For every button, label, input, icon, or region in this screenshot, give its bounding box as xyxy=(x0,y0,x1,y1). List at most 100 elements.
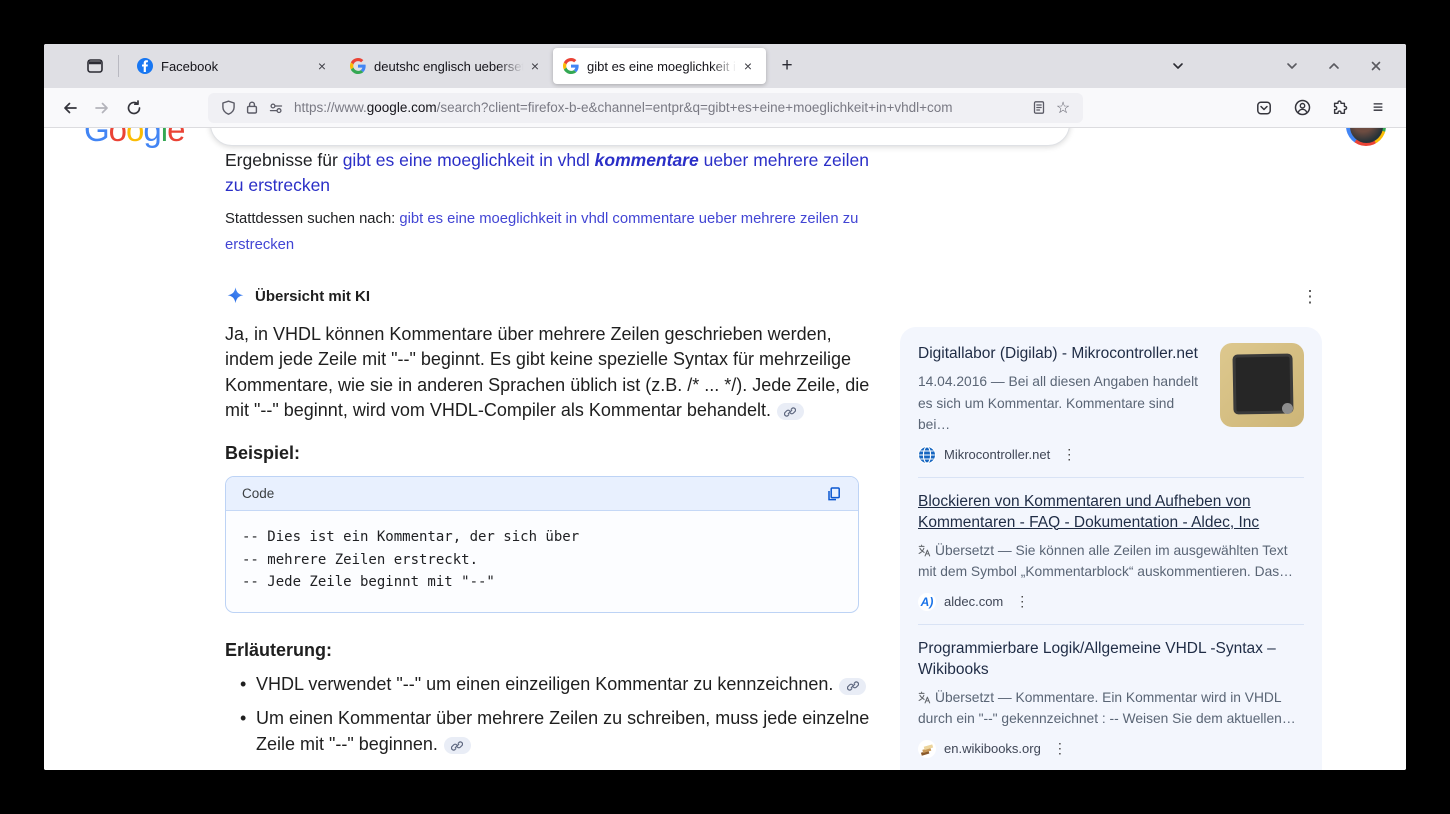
avatar-photo xyxy=(1350,128,1383,143)
code-block-title: Code xyxy=(242,486,274,501)
code-block: Code -- Dies ist ein Kommentar, der sich… xyxy=(225,476,859,613)
results-for-line: Ergebnisse für gibt es eine moeglichkeit… xyxy=(225,148,873,198)
result-thumbnail-microchip[interactable] xyxy=(1220,343,1304,427)
source-card[interactable]: Blockieren von Kommentaren und Aufheben … xyxy=(918,491,1304,611)
url-prefix: https://www. xyxy=(294,100,367,115)
list-all-tabs-button[interactable] xyxy=(1162,50,1194,82)
site-permissions-icon[interactable] xyxy=(264,96,288,120)
tab-facebook[interactable]: Facebook × xyxy=(127,48,340,84)
tab-separator xyxy=(118,55,119,77)
source-card-snippet: Übersetzt — Sie können alle Zeilen im au… xyxy=(918,540,1304,583)
source-link-chip[interactable] xyxy=(839,678,866,695)
card-menu-button[interactable]: ⋮ xyxy=(1015,593,1029,610)
google-favicon-icon xyxy=(563,58,579,74)
code-content[interactable]: -- Dies ist ein Kommentar, der sich über… xyxy=(226,511,858,612)
account-button[interactable] xyxy=(1286,92,1318,124)
toolbar-right-icons: ≡ xyxy=(1248,92,1394,124)
source-domain: aldec.com xyxy=(944,594,1003,609)
source-card[interactable]: Programmierbare Logik/Allgemeine VHDL -S… xyxy=(918,638,1304,758)
maximize-button[interactable] xyxy=(1318,50,1350,82)
reader-view-icon[interactable] xyxy=(1027,96,1051,120)
account-avatar[interactable] xyxy=(1346,128,1386,146)
back-button[interactable] xyxy=(54,92,86,124)
divider xyxy=(918,477,1304,478)
tab-close-icon[interactable]: × xyxy=(525,56,545,76)
ai-overview-paragraph: Ja, in VHDL können Kommentare über mehre… xyxy=(225,322,873,423)
source-row: en.wikibooks.org ⋮ xyxy=(918,740,1304,758)
url-bar[interactable]: https://www.google.com/search?client=fir… xyxy=(208,93,1083,123)
source-card-title[interactable]: Blockieren von Kommentaren und Aufheben … xyxy=(918,491,1304,533)
browser-window: Facebook × deutshc englisch uebersetz × … xyxy=(44,44,1406,770)
new-tab-button[interactable]: + xyxy=(772,51,802,81)
tab-active-vhdl[interactable]: gibt es eine moeglichkeit in × xyxy=(553,48,766,84)
source-row: A) aldec.com ⋮ xyxy=(918,593,1304,611)
copy-icon xyxy=(826,486,842,502)
code-block-header: Code xyxy=(226,477,858,511)
source-link-chip[interactable] xyxy=(444,737,471,754)
source-link-chip[interactable] xyxy=(777,403,804,420)
source-card[interactable]: Digitallabor (Digilab) - Mikrocontroller… xyxy=(918,343,1304,464)
url-text[interactable]: https://www.google.com/search?client=fir… xyxy=(294,100,1027,115)
forward-button[interactable] xyxy=(86,92,118,124)
firefox-view-icon xyxy=(86,57,104,75)
translate-icon xyxy=(918,691,931,704)
nav-toolbar: https://www.google.com/search?client=fir… xyxy=(44,88,1406,128)
tracking-protection-shield-icon[interactable] xyxy=(216,96,240,120)
chevron-down-icon xyxy=(1171,59,1185,73)
ai-overview-title: Übersicht mit KI xyxy=(255,288,370,305)
card-menu-button[interactable]: ⋮ xyxy=(1062,446,1076,463)
hamburger-icon: ≡ xyxy=(1373,97,1384,118)
tab-title: deutshc englisch uebersetz xyxy=(374,59,525,74)
tab-uebersetzer[interactable]: deutshc englisch uebersetz × xyxy=(340,48,553,84)
explanation-list: •VHDL verwendet "--" um einen einzeilige… xyxy=(240,672,880,770)
globe-favicon-icon xyxy=(918,446,936,464)
reload-button[interactable] xyxy=(118,92,150,124)
ai-sparkle-icon xyxy=(225,286,246,307)
tab-close-icon[interactable]: × xyxy=(738,56,758,76)
source-card-title[interactable]: Digitallabor (Digilab) - Mikrocontroller… xyxy=(918,343,1208,364)
puzzle-piece-icon xyxy=(1332,100,1348,116)
link-icon xyxy=(847,680,859,692)
source-card-snippet: 14.04.2016 — Bei all diesen Angaben hand… xyxy=(918,371,1208,436)
copy-code-button[interactable] xyxy=(822,482,846,506)
card-menu-button[interactable]: ⋮ xyxy=(1053,740,1067,757)
reload-icon xyxy=(126,100,142,116)
link-icon xyxy=(784,406,796,418)
url-domain: google.com xyxy=(367,100,437,115)
app-menu-button[interactable]: ≡ xyxy=(1362,92,1394,124)
ai-overview-header: Übersicht mit KI ⋮ xyxy=(225,286,1322,307)
bookmark-star-icon[interactable]: ☆ xyxy=(1051,96,1075,120)
source-card-title[interactable]: Programmierbare Logik/Allgemeine VHDL -S… xyxy=(918,638,1304,680)
tab-title: Facebook xyxy=(161,59,312,74)
tab-close-icon[interactable]: × xyxy=(312,56,332,76)
firefox-view-button[interactable] xyxy=(78,49,112,83)
close-window-button[interactable] xyxy=(1360,50,1392,82)
list-item: •Um einen Kommentar über mehrere Zeilen … xyxy=(240,706,880,757)
minimize-button[interactable] xyxy=(1276,50,1308,82)
search-input[interactable] xyxy=(210,128,1070,146)
translate-icon xyxy=(918,544,931,557)
pocket-icon xyxy=(1256,100,1272,116)
extensions-button[interactable] xyxy=(1324,92,1356,124)
link-icon xyxy=(451,740,463,752)
lock-icon[interactable] xyxy=(240,96,264,120)
facebook-favicon-icon xyxy=(137,58,153,74)
google-results-page: Google Ergebnisse für gibt es eine moegl… xyxy=(44,128,1406,770)
pocket-save-button[interactable] xyxy=(1248,92,1280,124)
tab-title: gibt es eine moeglichkeit in xyxy=(587,59,738,74)
list-item: •Der VHDL-Compiler ignoriert alles, was … xyxy=(240,766,880,770)
source-row: Mikrocontroller.net ⋮ xyxy=(918,446,1208,464)
chevron-up-icon xyxy=(1327,59,1341,73)
spelling-correction-block: Ergebnisse für gibt es eine moeglichkeit… xyxy=(225,148,873,258)
list-item: •VHDL verwendet "--" um einen einzeilige… xyxy=(240,672,880,697)
ai-overview-menu-button[interactable]: ⋮ xyxy=(1298,287,1322,307)
search-instead-line: Stattdessen suchen nach: gibt es eine mo… xyxy=(225,207,873,258)
beispiel-heading: Beispiel: xyxy=(225,443,300,464)
forward-arrow-icon xyxy=(94,100,110,116)
source-domain: en.wikibooks.org xyxy=(944,741,1041,756)
account-icon xyxy=(1294,99,1311,116)
divider xyxy=(918,624,1304,625)
chevron-down-icon xyxy=(1285,59,1299,73)
aldec-favicon-icon: A) xyxy=(918,593,936,611)
tab-bar: Facebook × deutshc englisch uebersetz × … xyxy=(44,44,1406,88)
